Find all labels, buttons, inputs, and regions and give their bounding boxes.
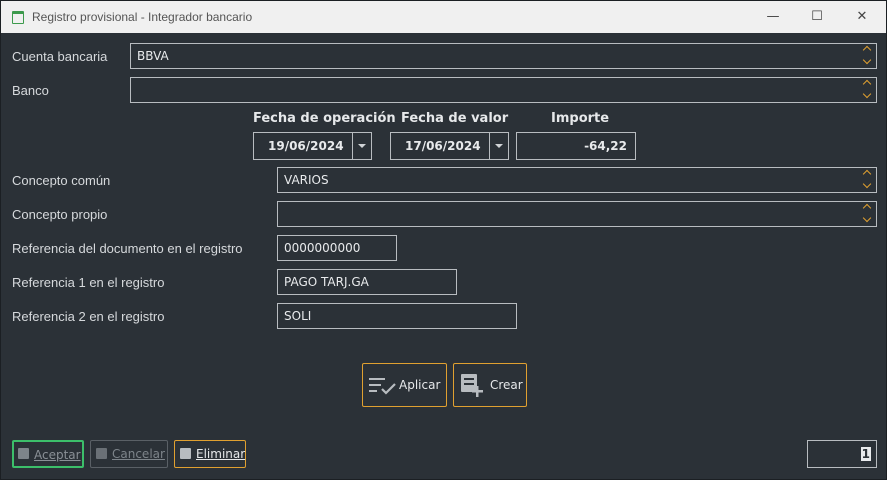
apply-list-icon [369,378,396,395]
close-button[interactable]: ✕ [842,5,882,29]
eliminar-button[interactable]: Eliminar [174,440,246,468]
ref-documento-value: 0000000000 [284,241,361,255]
aceptar-label: Aceptar [34,448,81,462]
cancelar-button[interactable]: Cancelar [90,440,168,468]
create-document-icon [461,374,483,397]
spinner-icon[interactable] [862,45,873,66]
cancel-x-icon [96,448,107,459]
title-bar[interactable]: Registro provisional - Integrador bancar… [1,1,886,33]
ref2-label: Referencia 2 en el registro [12,309,165,324]
ref2-value: SOLI [284,309,312,323]
delete-document-icon [180,448,191,459]
page-number-value: 1 [860,447,871,461]
spinner-icon[interactable] [862,79,873,100]
cuenta-bancaria-combo[interactable]: BBVA [130,43,877,69]
concepto-propio-combo[interactable] [277,201,877,227]
concepto-comun-combo[interactable]: VARIOS [277,167,877,193]
fecha-operacion-picker[interactable]: 19/06/2024 [253,132,372,160]
eliminar-label: Eliminar [196,447,246,461]
importe-value: -64,22 [584,139,627,153]
fecha-valor-header: Fecha de valor [401,111,509,126]
ref1-value: PAGO TARJ.GA [284,275,369,289]
minimize-button[interactable]: — [753,5,793,29]
app-window-icon [12,11,24,24]
aplicar-label: Aplicar [399,378,441,392]
importe-field[interactable]: -64,22 [516,132,636,160]
crear-label: Crear [490,378,523,392]
fecha-valor-picker[interactable]: 17/06/2024 [390,132,509,160]
ref2-input[interactable]: SOLI [277,303,517,329]
spinner-icon[interactable] [862,203,873,224]
importe-header: Importe [551,111,610,126]
concepto-propio-label: Concepto propio [12,207,108,222]
aceptar-button[interactable]: Aceptar [12,440,84,468]
banco-label: Banco [12,83,49,98]
dialog-window: Registro provisional - Integrador bancar… [0,0,887,480]
fecha-operacion-value: 19/06/2024 [268,139,344,153]
concepto-comun-value: VARIOS [284,173,329,187]
aplicar-button[interactable]: Aplicar [362,363,447,407]
spinner-icon[interactable] [862,169,873,190]
window-title: Registro provisional - Integrador bancar… [32,10,253,24]
concepto-comun-label: Concepto común [12,173,111,188]
banco-combo[interactable] [130,77,877,103]
cuenta-bancaria-value: BBVA [137,49,169,63]
fecha-operacion-header: Fecha de operación [253,111,396,126]
ref-documento-label: Referencia del documento en el registro [12,241,243,256]
dropdown-arrow-icon[interactable] [489,133,508,159]
cancelar-label: Cancelar [112,447,165,461]
page-number-field[interactable]: 1 [807,440,877,468]
crear-button[interactable]: Crear [453,363,527,407]
ref-documento-input[interactable]: 0000000000 [277,235,397,261]
ref1-label: Referencia 1 en el registro [12,275,165,290]
fecha-valor-value: 17/06/2024 [405,139,481,153]
check-icon [18,448,29,459]
cuenta-bancaria-label: Cuenta bancaria [12,49,108,64]
ref1-input[interactable]: PAGO TARJ.GA [277,269,457,295]
maximize-button[interactable]: ☐ [797,5,837,29]
dropdown-arrow-icon[interactable] [352,133,371,159]
